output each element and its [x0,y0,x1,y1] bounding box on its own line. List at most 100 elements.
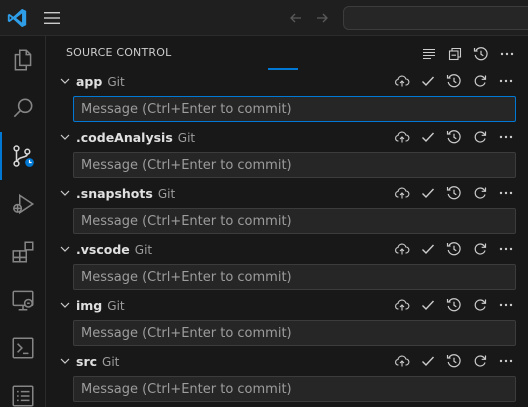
publish-branch-button[interactable] [390,70,414,92]
command-center-search[interactable] [343,6,528,30]
repository-header[interactable]: app Git [46,70,528,92]
commit-message-input[interactable] [81,381,508,397]
cloud-upload-icon [395,75,410,87]
activity-run-debug[interactable] [0,180,46,228]
check-icon [422,356,435,367]
repository-header[interactable]: .codeAnalysis Git [46,126,528,148]
refresh-icon [474,75,487,87]
repository-provider: Git [107,75,125,89]
arrow-right-icon[interactable] [313,9,331,27]
refresh-button[interactable] [468,350,492,372]
source-control-view: SOURCE CONTROL app Git Message (Ctrl+Ent… [46,36,528,407]
refresh-button[interactable] [468,70,492,92]
repository-item: .codeAnalysis Git [46,126,528,182]
refresh-icon [474,355,487,367]
arrow-left-icon[interactable] [287,9,305,27]
repository-name: .snapshots Git [76,186,175,201]
history-button[interactable] [442,350,466,372]
chevron-down-icon[interactable] [58,130,72,144]
refresh-button[interactable] [468,182,492,204]
hamburger-menu-icon[interactable] [42,9,62,27]
repository-item: src Git [46,350,528,406]
collapse-all-button[interactable] [444,43,466,65]
chevron-down-icon[interactable] [58,74,72,88]
history-button[interactable] [442,294,466,316]
more-actions-button[interactable] [494,70,518,92]
commit-message-input[interactable] [81,325,508,341]
commit-button[interactable] [416,70,440,92]
commit-message-input[interactable] [81,213,508,229]
commit-message-box[interactable] [73,376,516,402]
commit-message-box[interactable] [73,264,516,290]
history-button[interactable] [442,70,466,92]
repository-header[interactable]: img Git [46,294,528,316]
history-button[interactable] [442,182,466,204]
activity-bar [0,36,46,407]
activity-extensions[interactable] [0,228,46,276]
commit-button[interactable] [416,182,440,204]
chevron-down-icon[interactable] [58,242,72,256]
repository-provider: Git [157,187,176,201]
repository-header[interactable]: src Git [46,350,528,372]
refresh-button[interactable] [468,126,492,148]
more-actions-button[interactable] [494,238,518,260]
files-icon [14,49,32,71]
view-history-button[interactable] [470,43,492,65]
commit-button[interactable] [416,126,440,148]
commit-button[interactable] [416,238,440,260]
repository-actions [390,294,518,316]
cloud-upload-icon [395,243,410,255]
refresh-icon [474,187,487,199]
history-button[interactable] [442,126,466,148]
history-icon [446,74,461,88]
more-actions-icon [499,135,513,139]
publish-branch-button[interactable] [390,350,414,372]
commit-button[interactable] [416,294,440,316]
publish-branch-button[interactable] [390,126,414,148]
commit-message-box[interactable] [73,96,516,122]
check-icon [422,132,435,143]
view-as-list-button[interactable] [418,43,440,65]
repository-provider: Git [134,243,153,257]
more-actions-button[interactable] [494,350,518,372]
activity-search[interactable] [0,84,46,132]
publish-branch-button[interactable] [390,238,414,260]
more-actions-button[interactable] [496,43,518,65]
more-actions-button[interactable] [494,182,518,204]
commit-message-box[interactable] [73,208,516,234]
chevron-down-icon[interactable] [58,354,72,368]
chevron-down-icon[interactable] [58,186,72,200]
activity-remote-explorer[interactable] [0,276,46,324]
publish-branch-button[interactable] [390,294,414,316]
commit-message-box[interactable] [73,152,516,178]
refresh-icon [474,299,487,311]
cloud-upload-icon [395,187,410,199]
view-as-list-icon [423,48,435,60]
activity-explorer[interactable] [0,36,46,84]
cloud-upload-icon [395,131,410,143]
publish-branch-button[interactable] [390,182,414,204]
more-actions-button[interactable] [494,126,518,148]
more-actions-icon [499,191,513,195]
repository-header[interactable]: .snapshots Git [46,182,528,204]
commit-message-input[interactable] [81,101,508,117]
terminal-icon [12,337,34,359]
history-button[interactable] [442,238,466,260]
more-actions-icon [500,52,514,56]
repository-header[interactable]: .vscode Git [46,238,528,260]
activity-list[interactable] [0,372,46,407]
commit-message-input[interactable] [81,269,508,285]
refresh-button[interactable] [468,238,492,260]
commit-message-box[interactable] [73,320,516,346]
history-icon [446,242,461,256]
more-actions-button[interactable] [494,294,518,316]
repository-name: src Git [76,354,119,369]
repository-label: .vscode [76,242,130,257]
commit-message-input[interactable] [81,157,508,173]
commit-button[interactable] [416,350,440,372]
refresh-button[interactable] [468,294,492,316]
activity-source-control[interactable] [0,132,46,180]
history-icon [446,130,461,144]
activity-terminal[interactable] [0,324,46,372]
chevron-down-icon[interactable] [58,298,72,312]
